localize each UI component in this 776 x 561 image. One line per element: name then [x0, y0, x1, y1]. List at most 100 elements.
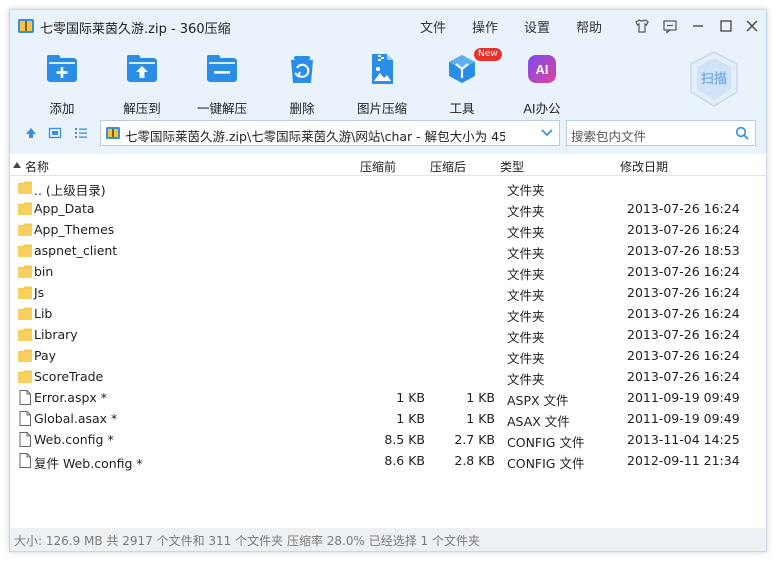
skin-button[interactable] — [632, 16, 652, 36]
file-type: CONFIG 文件 — [507, 435, 585, 450]
file-type: 文件夹 — [507, 372, 545, 387]
file-name: aspnet_client — [34, 243, 118, 258]
packed-size: 1 KB — [396, 390, 425, 405]
modified-date: 2012-09-11 21:34 — [627, 453, 740, 468]
modified-date: 2013-07-26 16:24 — [627, 369, 740, 384]
column-name[interactable]: 名称 — [25, 158, 49, 175]
folder-icon — [18, 243, 32, 258]
table-row[interactable]: Lib 文件夹 2013-07-26 16:24 — [10, 303, 766, 324]
menu-settings[interactable]: 设置 — [524, 17, 550, 36]
folder-icon — [18, 306, 32, 321]
file-icon — [18, 390, 32, 405]
thumbnail-view-button[interactable] — [46, 124, 64, 142]
ai-glyph: AI — [536, 62, 549, 77]
compressed-size: 1 KB — [466, 390, 495, 405]
one-click-extract-label: 一键解压 — [196, 101, 247, 116]
minimize-button[interactable] — [688, 16, 708, 36]
file-name: Js — [34, 285, 45, 300]
file-name: App_Themes — [34, 222, 115, 237]
column-type[interactable]: 类型 — [500, 158, 524, 175]
file-type: 文件夹 — [507, 309, 545, 324]
ai-office-button[interactable]: AI AI办公 — [510, 50, 574, 116]
file-name: Lib — [34, 306, 53, 321]
one-click-extract-icon — [207, 55, 237, 82]
scan-button[interactable]: 扫描 — [687, 50, 741, 108]
table-row[interactable]: 复件 Web.config * 8.6 KB 2.8 KB CONFIG 文件 2012… — [10, 450, 766, 471]
search-icon[interactable] — [735, 126, 749, 140]
compressed-size: 2.8 KB — [454, 453, 495, 468]
file-icon — [18, 453, 32, 468]
add-icon — [47, 55, 77, 82]
modified-date: 2013-07-26 16:24 — [627, 222, 740, 237]
menu-help[interactable]: 帮助 — [576, 17, 602, 36]
file-type: CONFIG 文件 — [507, 456, 585, 471]
column-compressed[interactable]: 压缩后 — [430, 158, 466, 175]
add-button[interactable]: 添加 — [30, 50, 94, 116]
file-name: Library — [34, 327, 78, 342]
chevron-down-icon[interactable] — [541, 129, 553, 137]
file-name: .. (上级目录) — [34, 183, 106, 198]
new-badge: New — [474, 48, 502, 61]
menu-file[interactable]: 文件 — [420, 17, 446, 36]
menu-operation[interactable]: 操作 — [472, 17, 498, 36]
modified-date: 2013-07-26 16:24 — [627, 201, 740, 216]
delete-label: 删除 — [289, 101, 315, 116]
modified-date: 2013-11-04 14:25 — [627, 432, 740, 447]
delete-button[interactable]: 删除 — [270, 50, 334, 116]
table-row[interactable]: Global.asax * 1 KB 1 KB ASAX 文件 2011-09-19 0… — [10, 408, 766, 429]
maximize-button[interactable] — [716, 16, 736, 36]
column-packed[interactable]: 压缩前 — [360, 158, 396, 175]
table-row[interactable]: App_Data 文件夹 2013-07-26 16:24 — [10, 198, 766, 219]
file-type: 文件夹 — [507, 330, 545, 345]
table-row[interactable]: .. (上级目录) 文件夹 — [10, 177, 766, 198]
arrow-up-icon — [26, 128, 36, 138]
close-button[interactable] — [742, 16, 762, 36]
table-row[interactable]: ScoreTrade 文件夹 2013-07-26 16:24 — [10, 366, 766, 387]
table-row[interactable]: App_Themes 文件夹 2013-07-26 16:24 — [10, 219, 766, 240]
file-icon — [18, 411, 32, 426]
file-type: 文件夹 — [507, 183, 545, 198]
image-compress-button[interactable]: 图片压缩 — [350, 50, 414, 116]
folder-icon — [18, 180, 32, 195]
modified-date: 2013-07-26 16:24 — [627, 306, 740, 321]
status-text: 大小: 126.9 MB 共 2917 个文件和 311 个文件夹 压缩率 28… — [14, 534, 480, 548]
ai-office-label: AI办公 — [523, 101, 561, 116]
file-type: 文件夹 — [507, 351, 545, 366]
address-bar[interactable]: 七零国际莱茵久游.zip\七零国际莱茵久游\网站\char - 解包大小为 45… — [100, 120, 560, 146]
table-row[interactable]: bin 文件夹 2013-07-26 16:24 — [10, 261, 766, 282]
search-input[interactable]: 搜索包内文件 — [566, 120, 756, 146]
table-row[interactable]: Js 文件夹 2013-07-26 16:24 — [10, 282, 766, 303]
folder-icon — [18, 285, 32, 300]
thumbnail-view-icon — [48, 127, 62, 139]
delete-icon — [291, 56, 313, 83]
column-modified[interactable]: 修改日期 — [620, 158, 668, 175]
list-view-button[interactable] — [72, 124, 90, 142]
modified-date: 2011-09-19 09:49 — [627, 411, 740, 426]
extract-to-button[interactable]: 解压到 — [110, 50, 174, 116]
table-row[interactable]: Pay 文件夹 2013-07-26 16:24 — [10, 345, 766, 366]
file-name: Global.asax * — [34, 411, 118, 426]
file-type: 文件夹 — [507, 225, 545, 240]
folder-icon — [18, 327, 32, 342]
feedback-button[interactable] — [660, 16, 680, 36]
file-name: bin — [34, 264, 54, 279]
maximize-icon — [720, 20, 732, 32]
shirt-icon — [635, 19, 649, 33]
message-icon — [663, 20, 677, 34]
modified-date: 2013-07-26 16:24 — [627, 264, 740, 279]
file-type: 文件夹 — [507, 267, 545, 282]
tools-button[interactable]: New 工具 — [430, 48, 502, 116]
up-level-button[interactable] — [22, 124, 40, 142]
table-row[interactable]: Error.aspx * 1 KB 1 KB ASPX 文件 2011-09-19 09… — [10, 387, 766, 408]
table-row[interactable]: aspnet_client 文件夹 2013-07-26 18:53 — [10, 240, 766, 261]
folder-icon — [18, 201, 32, 216]
zip-file-icon — [106, 127, 120, 139]
window-title: 七零国际莱茵久游.zip - 360压缩 — [40, 22, 231, 37]
address-path: 七零国际莱茵久游.zip\七零国际莱茵久游\网站\char - 解包大小为 45… — [125, 129, 505, 144]
table-row[interactable]: Library 文件夹 2013-07-26 16:24 — [10, 324, 766, 345]
table-row[interactable]: Web.config * 8.5 KB 2.7 KB CONFIG 文件 2013-11… — [10, 429, 766, 450]
extract-to-label: 解压到 — [123, 101, 161, 116]
one-click-extract-button[interactable]: 一键解压 — [190, 50, 254, 116]
folder-icon — [18, 369, 32, 384]
title-bar: 七零国际莱茵久游.zip - 360压缩 文件 操作 设置 帮助 — [10, 10, 766, 42]
